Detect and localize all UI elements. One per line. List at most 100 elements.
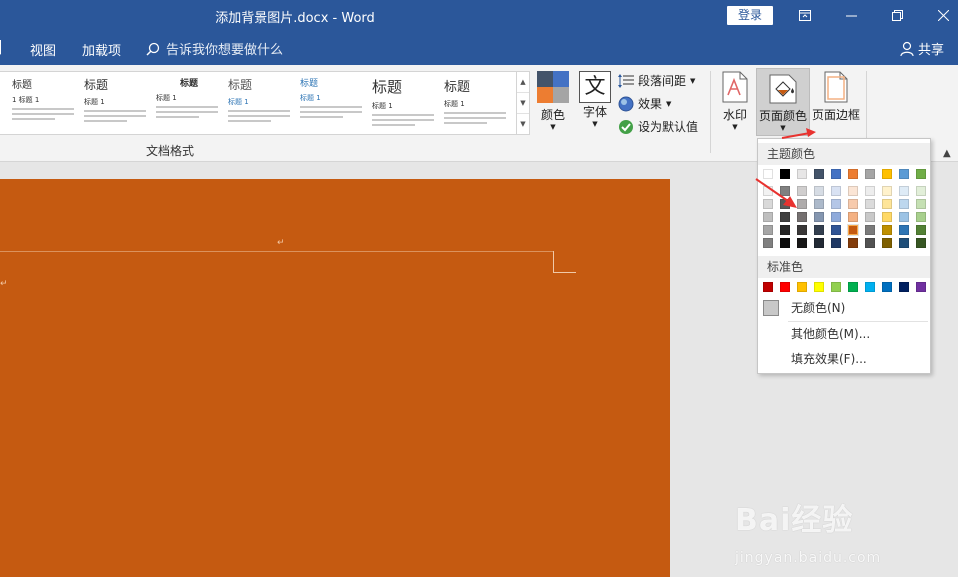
theme-shade-swatch[interactable] bbox=[882, 199, 892, 209]
style-set-thumb[interactable]: 标题 标题 1 bbox=[372, 76, 434, 132]
theme-shade-swatch[interactable] bbox=[831, 212, 841, 222]
close-icon bbox=[937, 10, 949, 21]
theme-shade-swatch[interactable] bbox=[831, 186, 841, 196]
theme-color-swatch[interactable] bbox=[814, 169, 824, 179]
theme-shade-swatch[interactable] bbox=[848, 212, 858, 222]
theme-shade-swatch[interactable] bbox=[797, 238, 807, 248]
login-button[interactable]: 登录 bbox=[727, 6, 773, 25]
standard-color-swatch[interactable] bbox=[865, 282, 875, 292]
page-borders-button[interactable]: 页面边框 bbox=[811, 71, 861, 123]
paragraph-spacing-icon bbox=[618, 73, 634, 88]
theme-shade-swatch[interactable] bbox=[916, 238, 926, 248]
theme-color-swatch[interactable] bbox=[865, 169, 875, 179]
theme-shade-swatch[interactable] bbox=[865, 212, 875, 222]
watermark-icon bbox=[722, 71, 748, 103]
theme-shade-swatch[interactable] bbox=[848, 238, 858, 248]
colors-button[interactable]: 颜色 ▼ bbox=[535, 71, 571, 131]
style-set-thumb[interactable]: 标题 1 标题 1 bbox=[12, 76, 74, 132]
theme-shade-swatch[interactable] bbox=[882, 186, 892, 196]
theme-shade-swatch[interactable] bbox=[814, 199, 824, 209]
standard-color-swatch[interactable] bbox=[780, 282, 790, 292]
theme-shade-swatch[interactable] bbox=[848, 199, 858, 209]
theme-shade-swatch[interactable] bbox=[814, 225, 824, 235]
theme-color-swatch[interactable] bbox=[899, 169, 909, 179]
standard-color-swatch[interactable] bbox=[814, 282, 824, 292]
theme-shade-swatch[interactable] bbox=[780, 225, 790, 235]
close-button[interactable] bbox=[920, 0, 958, 31]
theme-shade-swatch[interactable] bbox=[763, 225, 773, 235]
style-set-thumb[interactable]: 标题 标题 1 bbox=[228, 76, 290, 132]
theme-shade-swatch[interactable] bbox=[763, 238, 773, 248]
theme-color-swatch[interactable] bbox=[882, 169, 892, 179]
tell-me-search[interactable]: 告诉我你想要做什么 bbox=[146, 39, 283, 58]
theme-shade-swatch[interactable] bbox=[865, 199, 875, 209]
fonts-button[interactable]: 文 字体 ▼ bbox=[578, 71, 612, 128]
standard-color-swatch[interactable] bbox=[916, 282, 926, 292]
theme-shade-swatch[interactable] bbox=[865, 186, 875, 196]
standard-color-swatch[interactable] bbox=[899, 282, 909, 292]
theme-shade-swatch[interactable] bbox=[865, 238, 875, 248]
style-set-thumb[interactable]: 标题 标题 1 bbox=[444, 76, 506, 132]
share-button[interactable]: 共享 bbox=[900, 39, 944, 58]
theme-colors-header: 主题颜色 bbox=[758, 143, 930, 165]
style-set-thumb[interactable]: 标题 标题 1 bbox=[84, 76, 146, 132]
gallery-more-icon[interactable]: ▼ bbox=[517, 114, 529, 134]
collapse-ribbon-icon[interactable]: ▲ bbox=[943, 148, 951, 159]
theme-shade-swatch[interactable] bbox=[848, 186, 858, 196]
page-color-menu[interactable]: 主题颜色 标准色 无颜色(N) 其他颜色(M)... 填充效果(F)... bbox=[757, 138, 931, 374]
ribbon-display-icon bbox=[799, 10, 811, 21]
theme-shade-swatch[interactable] bbox=[831, 199, 841, 209]
fill-effects-item[interactable]: 填充效果(F)... bbox=[758, 348, 930, 370]
tab-addins[interactable]: 加载项 bbox=[82, 40, 121, 59]
restore-button[interactable] bbox=[874, 0, 920, 31]
theme-shade-swatch[interactable] bbox=[916, 212, 926, 222]
tab-partial[interactable]: ▌ bbox=[0, 40, 2, 55]
minimize-button[interactable] bbox=[828, 0, 874, 31]
paragraph-spacing-button[interactable]: 段落间距 ▼ bbox=[618, 72, 695, 89]
theme-color-swatch[interactable] bbox=[848, 169, 858, 179]
theme-shade-swatch[interactable] bbox=[916, 186, 926, 196]
standard-color-swatch[interactable] bbox=[882, 282, 892, 292]
theme-shade-swatch[interactable] bbox=[899, 212, 909, 222]
ribbon-display-options-button[interactable] bbox=[782, 0, 828, 31]
theme-shade-swatch[interactable] bbox=[780, 238, 790, 248]
theme-shade-swatch[interactable] bbox=[797, 225, 807, 235]
theme-shade-swatch[interactable] bbox=[882, 238, 892, 248]
theme-shade-swatch[interactable] bbox=[814, 186, 824, 196]
theme-shade-swatch[interactable] bbox=[865, 225, 875, 235]
theme-shade-swatch[interactable] bbox=[899, 199, 909, 209]
scroll-down-icon[interactable]: ▼ bbox=[517, 93, 529, 114]
theme-color-swatch[interactable] bbox=[831, 169, 841, 179]
theme-shade-swatch[interactable] bbox=[882, 225, 892, 235]
document-page[interactable] bbox=[0, 179, 670, 577]
style-set-thumb[interactable]: 标题 标题 1 bbox=[156, 76, 218, 132]
annotation-arrow-icon bbox=[755, 178, 797, 208]
theme-shade-swatch[interactable] bbox=[899, 225, 909, 235]
standard-color-swatch[interactable] bbox=[831, 282, 841, 292]
watermark-label: 水印 bbox=[722, 108, 747, 122]
standard-color-swatch[interactable] bbox=[797, 282, 807, 292]
set-as-default-button[interactable]: 设为默认值 bbox=[618, 118, 698, 135]
watermark-button[interactable]: 水印 ▼ bbox=[718, 71, 752, 131]
theme-shade-swatch[interactable] bbox=[916, 199, 926, 209]
effects-button[interactable]: 效果 ▼ bbox=[618, 95, 671, 112]
standard-color-swatch[interactable] bbox=[848, 282, 858, 292]
standard-color-swatch[interactable] bbox=[763, 282, 773, 292]
theme-shade-swatch[interactable] bbox=[831, 225, 841, 235]
no-color-item[interactable]: 无颜色(N) bbox=[758, 297, 930, 319]
theme-shade-swatch[interactable] bbox=[847, 224, 859, 236]
more-colors-item[interactable]: 其他颜色(M)... bbox=[758, 323, 930, 345]
scroll-up-icon[interactable]: ▲ bbox=[517, 72, 529, 93]
theme-shade-swatch[interactable] bbox=[814, 238, 824, 248]
theme-shade-swatch[interactable] bbox=[831, 238, 841, 248]
theme-shade-swatch[interactable] bbox=[899, 238, 909, 248]
gallery-scroll[interactable]: ▲ ▼ ▼ bbox=[516, 71, 530, 135]
style-set-gallery[interactable]: 标题 1 标题 1 标题 标题 1 标题 标题 1 标题 标题 1 标题 标题 … bbox=[0, 71, 517, 135]
style-set-thumb[interactable]: 标题 标题 1 bbox=[300, 76, 362, 132]
tab-view[interactable]: 视图 bbox=[30, 40, 56, 59]
theme-shade-swatch[interactable] bbox=[899, 186, 909, 196]
theme-shade-swatch[interactable] bbox=[916, 225, 926, 235]
theme-shade-swatch[interactable] bbox=[882, 212, 892, 222]
theme-shade-swatch[interactable] bbox=[814, 212, 824, 222]
theme-color-swatch[interactable] bbox=[916, 169, 926, 179]
